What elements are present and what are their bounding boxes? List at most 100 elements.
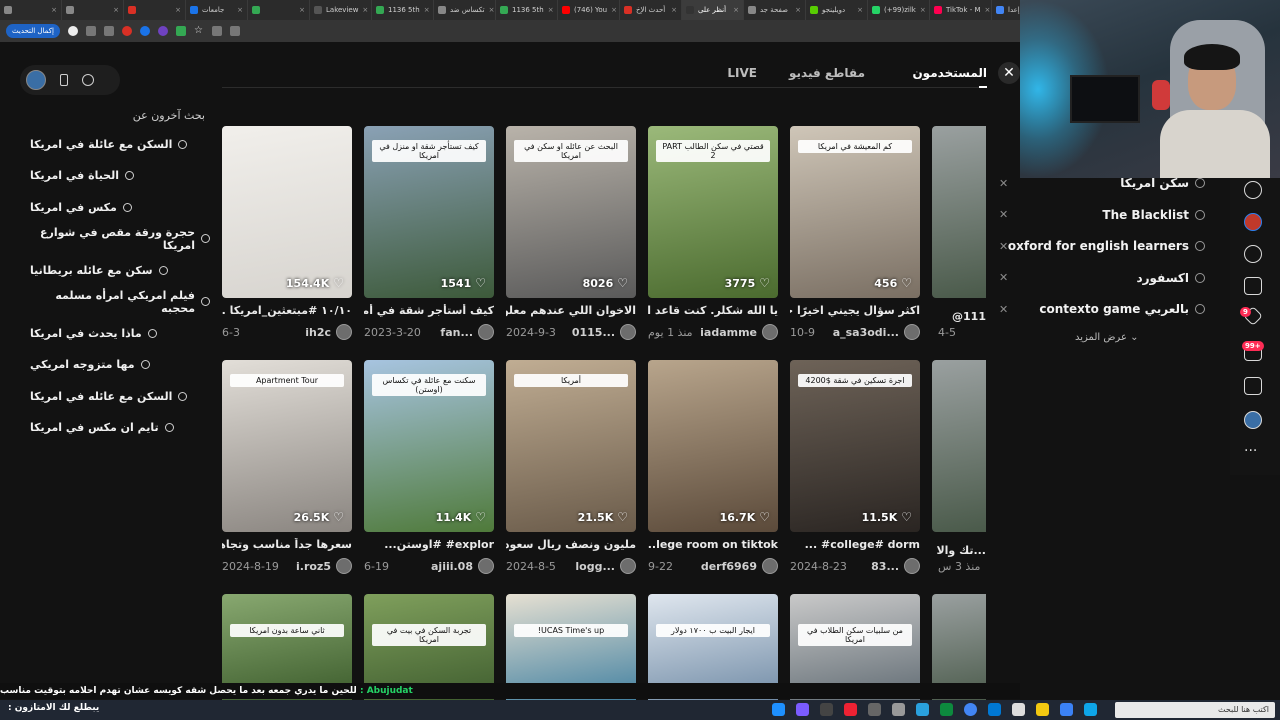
app-icon[interactable]: [940, 703, 953, 716]
history-item[interactable]: ✕ oxford for english learners: [987, 236, 1215, 256]
author[interactable]: logg...: [575, 558, 636, 574]
browser-tab[interactable]: ×: [124, 0, 186, 20]
video-caption[interactable]: college# dorm# ...: [790, 538, 920, 551]
tab-close-icon[interactable]: ×: [237, 6, 243, 14]
remove-icon[interactable]: ✕: [999, 271, 1008, 284]
browser-tab[interactable]: (+99)zilk ×: [868, 0, 930, 20]
video-card[interactable]: 16.7K♡ lege room on tiktok... 9-22 derf6969: [648, 360, 778, 575]
app-icon[interactable]: [1036, 703, 1049, 716]
taskbar-search-input[interactable]: اكتب هنا للبحث: [1115, 702, 1275, 718]
tab-close-icon[interactable]: ×: [611, 6, 617, 14]
author[interactable]: iadamme: [700, 324, 778, 340]
extension-icon[interactable]: [85, 26, 96, 36]
video-card[interactable]: 154.4K ♡ ١٠/١٠ #مبتعثين_امريكا ... 6-3 ih2c: [222, 126, 352, 341]
video-caption[interactable]: ١٠/١٠ #مبتعثين_امريكا ...: [222, 304, 352, 317]
author[interactable]: derf6969: [701, 558, 778, 574]
browser-tab[interactable]: جامعات ×: [186, 0, 248, 20]
browser-tab[interactable]: مسار إعدا×: [992, 0, 1020, 20]
remove-icon[interactable]: ✕: [999, 303, 1008, 316]
tab-close-icon[interactable]: ×: [857, 6, 863, 14]
video-caption[interactable]: مليون ونصف ريال سعودي ...: [506, 538, 636, 551]
partial-caption[interactable]: 111@: [936, 310, 986, 323]
app-icon[interactable]: [772, 703, 785, 716]
video-caption[interactable]: كيف أستأجر شقة في أمريكا ...: [364, 304, 494, 317]
following-icon[interactable]: [1244, 245, 1262, 263]
tab-live[interactable]: LIVE: [727, 66, 757, 80]
suggestion-item[interactable]: سكن مع عائله بريطانيا: [30, 259, 210, 281]
app-icon[interactable]: [1012, 703, 1025, 716]
browser-tab[interactable]: ×: [0, 0, 62, 20]
video-thumbnail[interactable]: كيف تستأجر شقة او منزل في امريكا 1541 ♡: [364, 126, 494, 298]
video-caption[interactable]: explor# #اوستن...: [364, 538, 494, 551]
video-card[interactable]: كم المعيشة في امريكا 456 ♡ اكثر سؤال يجيني …: [790, 126, 920, 341]
partial-video-thumbnail[interactable]: [932, 126, 986, 298]
video-caption[interactable]: lege room on tiktok...: [648, 538, 778, 551]
browser-tab[interactable]: تكساس ضد ×: [434, 0, 496, 20]
suggestion-item[interactable]: مها متزوجه امريكي: [30, 354, 210, 376]
video-thumbnail[interactable]: قصتي في سكن الطالب PART 2 3775 ♡: [648, 126, 778, 298]
app-icon[interactable]: [868, 703, 881, 716]
video-thumbnail[interactable]: 154.4K ♡: [222, 126, 352, 298]
tab-close-icon[interactable]: ×: [671, 6, 677, 14]
avatar[interactable]: [1244, 213, 1262, 231]
update-button[interactable]: إكمال التحديث: [6, 24, 60, 38]
close-button[interactable]: ✕: [998, 62, 1020, 84]
author[interactable]: fan...: [440, 324, 494, 340]
author[interactable]: ih2c: [305, 324, 352, 340]
author[interactable]: 83...: [871, 558, 920, 574]
compass-icon[interactable]: [82, 74, 94, 86]
author[interactable]: 0115...: [572, 324, 636, 340]
browser-tab[interactable]: 1136 5th ×: [372, 0, 434, 20]
video-thumbnail[interactable]: 16.7K ♡: [648, 360, 778, 532]
app-icon[interactable]: [892, 703, 905, 716]
phone-icon[interactable]: [60, 74, 68, 86]
video-thumbnail[interactable]: أمريكا 21.5K ♡: [506, 360, 636, 532]
tab-close-icon[interactable]: ×: [920, 6, 926, 14]
app-icon[interactable]: [844, 703, 857, 716]
app-icon[interactable]: [916, 703, 929, 716]
app-icon[interactable]: [820, 703, 833, 716]
more-icon[interactable]: ···: [1244, 443, 1257, 459]
avatar[interactable]: [26, 70, 46, 90]
avatar[interactable]: [1244, 411, 1262, 429]
profile-icon[interactable]: [67, 26, 78, 36]
suggestion-item[interactable]: الحياة في امريكا: [30, 165, 210, 187]
extension-icon[interactable]: [157, 26, 168, 36]
app-icon[interactable]: [1060, 703, 1073, 716]
browser-tab[interactable]: ×: [62, 0, 124, 20]
video-caption[interactable]: يا الله شكلر. كنت قاعد اعان...: [648, 304, 778, 317]
suggestion-item[interactable]: مكس في امريكا: [30, 196, 210, 218]
tab-videos[interactable]: مقاطع فيديو: [789, 66, 865, 80]
author[interactable]: i.roz5: [296, 558, 352, 574]
extension-icon[interactable]: [103, 26, 114, 36]
app-icon[interactable]: [1084, 703, 1097, 716]
tab-close-icon[interactable]: ×: [985, 6, 991, 14]
browser-tab[interactable]: 1136 5th ×: [496, 0, 558, 20]
history-item[interactable]: ✕ The Blacklist: [987, 205, 1215, 225]
video-thumbnail[interactable]: سكنت مع عائلة في تكساس (اوستن) 11.4K ♡: [364, 360, 494, 532]
tab-close-icon[interactable]: ×: [795, 6, 801, 14]
extension-icon[interactable]: [211, 26, 222, 36]
video-card[interactable]: البحث عن عائله او سكن في امريكا 8026 ♡ الاخ…: [506, 126, 636, 341]
video-thumbnail[interactable]: كم المعيشة في امريكا 456 ♡: [790, 126, 920, 298]
extension-icon[interactable]: [229, 26, 240, 36]
remove-icon[interactable]: ✕: [999, 208, 1008, 221]
suggestion-item[interactable]: السكن مع عائلة في امريكا: [30, 133, 210, 155]
tab-close-icon[interactable]: ×: [489, 6, 495, 14]
video-card[interactable]: كيف تستأجر شقة او منزل في امريكا 1541 ♡ كيف…: [364, 126, 494, 341]
tab-close-icon[interactable]: ×: [113, 6, 119, 14]
extension-icon[interactable]: [175, 26, 186, 36]
video-caption[interactable]: اكثر سؤال يجيني اخيرًا جاوب...: [790, 304, 920, 317]
video-card[interactable]: أمريكا 21.5K♡ مليون ونصف ريال سعودي ... 202…: [506, 360, 636, 575]
history-item[interactable]: ✕ contexto game بالعربي: [987, 299, 1215, 319]
compass-icon[interactable]: [1244, 181, 1262, 199]
tab-users[interactable]: المستخدمون: [912, 66, 987, 80]
browser-tab[interactable]: أنظر على ×: [682, 0, 744, 20]
suggestion-item[interactable]: فيلم امريكي امرأه مسلمه محجبه: [30, 289, 210, 315]
suggestion-item[interactable]: حجرة ورقة مقص في شوارع امريكا: [30, 226, 210, 252]
live-icon[interactable]: [1244, 277, 1262, 295]
show-more-link[interactable]: عرض المزيد ⌄: [1075, 332, 1138, 343]
author[interactable]: a_sa3odi...: [833, 324, 920, 340]
browser-tab[interactable]: Lakeview ×: [310, 0, 372, 20]
extension-icon[interactable]: [139, 26, 150, 36]
